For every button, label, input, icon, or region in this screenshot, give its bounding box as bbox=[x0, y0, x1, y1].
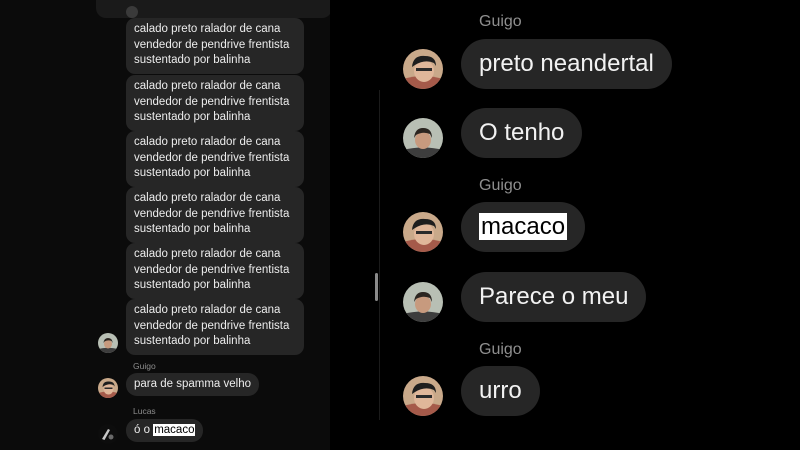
spam-message-3[interactable]: calado preto ralador de cana vendedor de… bbox=[126, 131, 304, 187]
message-para-de-spamma[interactable]: para de spamma velho bbox=[126, 373, 259, 396]
spam-message-4[interactable]: calado preto ralador de cana vendedor de… bbox=[126, 187, 304, 243]
sender-name-guigo: Guigo bbox=[479, 177, 522, 194]
message-urro[interactable]: urro bbox=[461, 366, 540, 416]
message-parece-o-meu[interactable]: Parece o meu bbox=[461, 272, 647, 322]
spam-message-1[interactable]: calado preto ralador de cana vendedor de… bbox=[126, 18, 304, 74]
sender-name-guigo: Guigo bbox=[479, 13, 522, 30]
left-chat-panel: calado preto ralador de cana vendedor de… bbox=[0, 0, 330, 450]
message-text: ó o bbox=[134, 424, 150, 436]
message-macaco[interactable]: macaco bbox=[461, 202, 586, 252]
avatar-guigo-icon[interactable] bbox=[403, 49, 443, 89]
spam-message-5[interactable]: calado preto ralador de cana vendedor de… bbox=[126, 243, 304, 299]
spam-message-6[interactable]: calado preto ralador de cana vendedor de… bbox=[126, 299, 304, 355]
sender-name-guigo: Guigo bbox=[479, 341, 522, 358]
avatar-other-icon[interactable] bbox=[403, 282, 443, 322]
avatar-guigo-icon[interactable] bbox=[403, 376, 443, 416]
sender-name-guigo: Guigo bbox=[133, 361, 156, 371]
message-preto-neandertal[interactable]: preto neandertal bbox=[461, 39, 672, 89]
highlighted-word: macaco bbox=[479, 213, 568, 240]
spam-message-2[interactable]: calado preto ralador de cana vendedor de… bbox=[126, 75, 304, 131]
scroll-handle[interactable] bbox=[375, 273, 378, 301]
sender-name-lucas: Lucas bbox=[133, 406, 156, 416]
avatar-guigo-icon[interactable] bbox=[403, 212, 443, 252]
avatar-other-icon[interactable] bbox=[98, 333, 118, 353]
avatar-lucas-icon[interactable] bbox=[98, 424, 118, 444]
highlighted-word: macaco bbox=[153, 424, 196, 436]
avatar-other-icon[interactable] bbox=[403, 118, 443, 158]
message-o-o-macaco[interactable]: ó o macaco bbox=[126, 419, 204, 442]
panel-divider bbox=[379, 90, 380, 420]
avatar-guigo-icon[interactable] bbox=[98, 378, 118, 398]
avatar bbox=[126, 6, 138, 18]
message-o-tenho[interactable]: O tenho bbox=[461, 108, 583, 158]
